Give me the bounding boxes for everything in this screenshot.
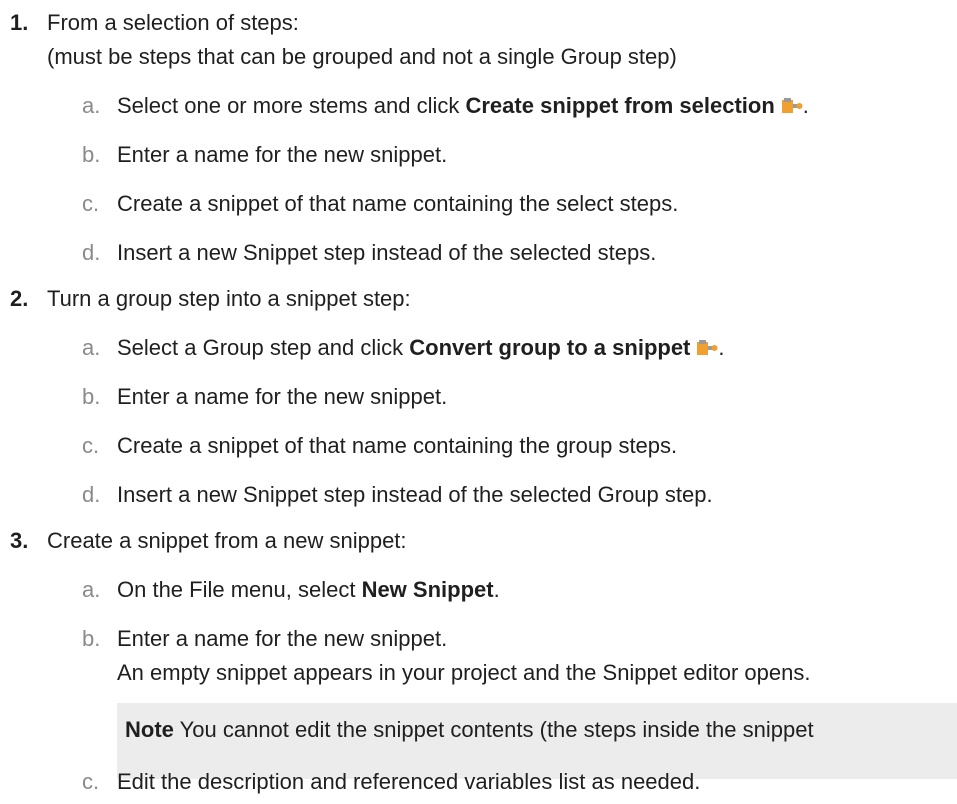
step-1b-letter: b. bbox=[82, 142, 101, 167]
step-2c-letter: c. bbox=[82, 433, 100, 458]
step-1a-text: Select one or more stems and click Creat… bbox=[117, 92, 809, 120]
step-3-text: Create a snippet from a new snippet: bbox=[47, 528, 407, 553]
step-1a-post: . bbox=[802, 93, 809, 118]
step-1d-text: Insert a new Snippet step instead of the… bbox=[117, 240, 657, 265]
step-1-number: 1. bbox=[10, 10, 29, 35]
step-2-text: Turn a group step into a snippet step: bbox=[47, 286, 411, 311]
step-2a-post: . bbox=[718, 335, 725, 360]
step-3a-text: On the File menu, select New Snippet. bbox=[117, 576, 500, 604]
step-3b-text: Enter a name for the new snippet. bbox=[117, 626, 448, 651]
step-1-text: From a selection of steps: bbox=[47, 10, 299, 35]
step-2a-pre: Select a Group step and click bbox=[117, 335, 410, 360]
step-3a-letter: a. bbox=[82, 577, 101, 602]
snippet-icon bbox=[781, 95, 803, 115]
new-snippet-label: New Snippet bbox=[361, 577, 494, 602]
step-2b-letter: b. bbox=[82, 384, 101, 409]
step-1c-text: Create a snippet of that name containing… bbox=[117, 191, 679, 216]
step-2b-text: Enter a name for the new snippet. bbox=[117, 384, 448, 409]
step-1a-letter: a. bbox=[82, 93, 101, 118]
step-3b-subtext: An empty snippet appears in your project… bbox=[117, 660, 811, 685]
step-2a-letter: a. bbox=[82, 335, 101, 360]
step-3a-pre: On the File menu, select bbox=[117, 577, 362, 602]
step-3-number: 3. bbox=[10, 528, 29, 553]
step-3c-text: Edit the description and referenced vari… bbox=[117, 769, 701, 794]
step-2-number: 2. bbox=[10, 286, 29, 311]
snippet-icon bbox=[696, 337, 718, 357]
step-2d-text: Insert a new Snippet step instead of the… bbox=[117, 482, 713, 507]
step-3b-letter: b. bbox=[82, 626, 101, 651]
note-body: You cannot edit the snippet contents (th… bbox=[173, 717, 814, 742]
step-1-subtext: (must be steps that can be grouped and n… bbox=[47, 44, 677, 69]
note-text: Note You cannot edit the snippet content… bbox=[125, 716, 814, 744]
step-1c-letter: c. bbox=[82, 191, 100, 216]
step-3c-letter: c. bbox=[82, 769, 100, 794]
convert-group-to-snippet-label: Convert group to a snippet bbox=[409, 335, 691, 360]
step-2a-text: Select a Group step and click Convert gr… bbox=[117, 334, 725, 362]
step-2c-text: Create a snippet of that name containing… bbox=[117, 433, 678, 458]
step-1d-letter: d. bbox=[82, 240, 101, 265]
step-1a-pre: Select one or more stems and click bbox=[117, 93, 466, 118]
create-snippet-from-selection-label: Create snippet from selection bbox=[465, 93, 775, 118]
note-label: Note bbox=[125, 717, 174, 742]
step-3a-post: . bbox=[493, 577, 500, 602]
step-2d-letter: d. bbox=[82, 482, 101, 507]
step-1b-text: Enter a name for the new snippet. bbox=[117, 142, 448, 167]
